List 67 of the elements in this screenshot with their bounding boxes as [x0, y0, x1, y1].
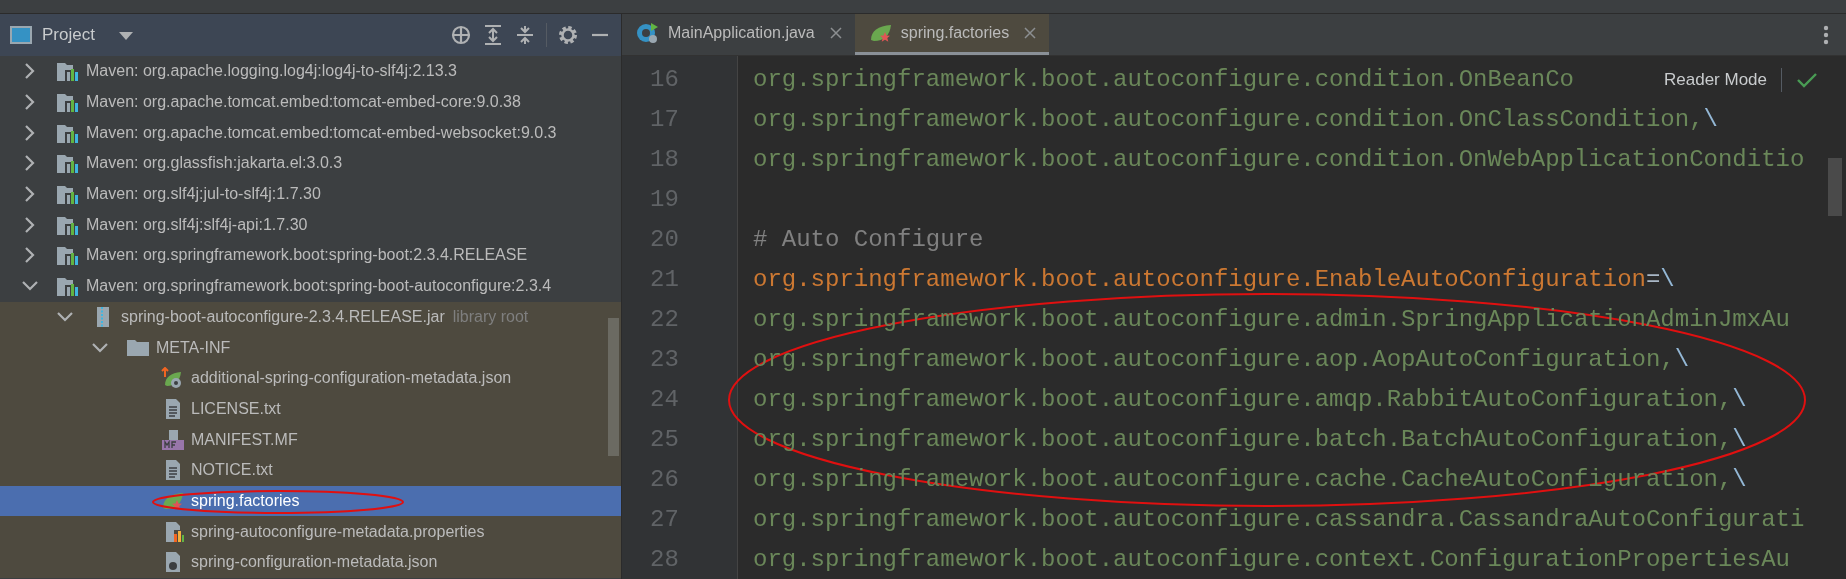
library-icon	[56, 244, 80, 267]
tree-row[interactable]: additional-spring-configuration-metadata.json	[0, 362, 621, 394]
library-icon	[56, 183, 80, 206]
code-line: org.springframework.boot.autoconfigure.context.ConfigurationPropertiesAu	[753, 546, 1790, 573]
tree-item-label: spring-configuration-metadata.json	[191, 553, 438, 572]
tree-row[interactable]: NOTICE.txt	[0, 454, 621, 486]
editor-tab[interactable]: spring.factories	[854, 14, 1050, 55]
code-line: org.springframework.boot.autoconfigure.EnableAutoConfiguration=\	[753, 266, 1675, 293]
tree-item-label: Maven: org.apache.tomcat.embed:tomcat-embed-websocket:9.0.3	[86, 123, 557, 142]
code-line: org.springframework.boot.autoconfigure.condition.OnBeanCo	[753, 66, 1574, 93]
code-line: org.springframework.boot.autoconfigure.cassandra.CassandraAutoConfigurati	[753, 506, 1805, 533]
library-icon	[56, 60, 80, 83]
tree-item-label: spring-boot-autoconfigure-2.3.4.RELEASE.jar	[121, 307, 445, 326]
tree-item-label: LICENSE.txt	[191, 399, 281, 418]
tree-item-label: additional-spring-configuration-metadata.json	[191, 369, 512, 388]
reader-mode-button[interactable]: Reader Mode	[1664, 70, 1767, 90]
settings-icon[interactable]	[557, 24, 579, 46]
library-icon	[56, 91, 80, 114]
spring-leaf-icon	[868, 22, 893, 44]
library-root-hint: library root	[452, 307, 529, 326]
manifest-icon	[161, 428, 185, 451]
editor-tab[interactable]: MainApplication.java	[622, 14, 855, 55]
tree-row[interactable]: spring.factories	[0, 485, 621, 517]
tree-row[interactable]: Maven: org.slf4j:slf4j-api:1.7.30	[0, 209, 621, 241]
tree-item-label: Maven: org.apache.logging.log4j:log4j-to-slf4j:2.13.3	[86, 62, 457, 81]
tree-row[interactable]: spring-configuration-metadata.json	[0, 547, 621, 578]
tree-row[interactable]: LICENSE.txt	[0, 393, 621, 425]
tree-row[interactable]: Maven: org.springframework.boot:spring-boot:2.3.4.RELEASE	[0, 240, 621, 271]
tree-item-label: Maven: org.slf4j:slf4j-api:1.7.30	[86, 215, 308, 234]
close-icon[interactable]	[828, 26, 843, 40]
tree-row[interactable]: spring-boot-autoconfigure-2.3.4.RELEASE.jar library root	[0, 301, 621, 333]
code-line: # Auto Configure	[753, 226, 984, 253]
tree-item-label: Maven: org.slf4j:jul-to-slf4j:1.7.30	[86, 185, 321, 204]
more-options-icon[interactable]	[1822, 23, 1830, 46]
panel-title: Project	[42, 25, 95, 45]
tree-row[interactable]: MANIFEST.MF	[0, 424, 621, 455]
collapse-all-icon[interactable]	[514, 24, 536, 46]
code-line: org.springframework.boot.autoconfigure.amqp.RabbitAutoConfiguration,\	[753, 386, 1747, 413]
tree-item-label: Maven: org.springframework.boot:spring-boot:2.3.4.RELEASE	[86, 246, 528, 265]
close-icon[interactable]	[1023, 26, 1038, 40]
tree-item-label: MANIFEST.MF	[191, 430, 298, 449]
locate-target-icon[interactable]	[450, 24, 472, 46]
tree-row[interactable]: Maven: org.apache.tomcat.embed:tomcat-embed-core:9.0.38	[0, 86, 621, 118]
scrollbar-thumb[interactable]	[1828, 158, 1842, 216]
tree-row[interactable]: Maven: org.springframework.boot:spring-boot-autoconfigure:2.3.4	[0, 270, 621, 302]
tree-row[interactable]: spring-autoconfigure-metadata.properties	[0, 516, 621, 547]
tree-item-label: META-INF	[156, 338, 231, 357]
tree-row[interactable]: Maven: org.apache.tomcat.embed:tomcat-embed-websocket:9.0.3	[0, 117, 621, 149]
scrollbar-thumb[interactable]	[608, 318, 619, 456]
tree-item-label: NOTICE.txt	[191, 461, 273, 480]
project-window-icon	[10, 24, 32, 46]
library-icon	[56, 152, 80, 175]
code-line: org.springframework.boot.autoconfigure.condition.OnWebApplicationConditio	[753, 146, 1805, 173]
tree-row[interactable]: Maven: org.glassfish:jakarta.el:3.0.3	[0, 148, 621, 179]
library-icon	[56, 275, 80, 298]
tree-item-label: Maven: org.apache.tomcat.embed:tomcat-embed-core:9.0.38	[86, 93, 521, 112]
tree-item-label: Maven: org.springframework.boot:spring-boot-autoconfigure:2.3.4	[86, 277, 552, 296]
code-line: org.springframework.boot.autoconfigure.condition.OnClassCondition,\	[753, 106, 1718, 133]
expand-all-icon[interactable]	[482, 24, 504, 46]
tree-row[interactable]: META-INF	[0, 332, 621, 363]
tree-row[interactable]: Maven: org.apache.logging.log4j:log4j-to-slf4j:2.13.3	[0, 56, 621, 87]
java-class-icon	[636, 22, 660, 44]
tree-item-label: spring.factories	[191, 491, 300, 510]
tree-item-label: Maven: org.glassfish:jakarta.el:3.0.3	[86, 154, 343, 173]
tree-item-label: spring-autoconfigure-metadata.properties	[191, 522, 485, 541]
checkmark-icon	[1796, 71, 1818, 89]
tree-row[interactable]: Maven: org.slf4j:jul-to-slf4j:1.7.30	[0, 178, 621, 210]
